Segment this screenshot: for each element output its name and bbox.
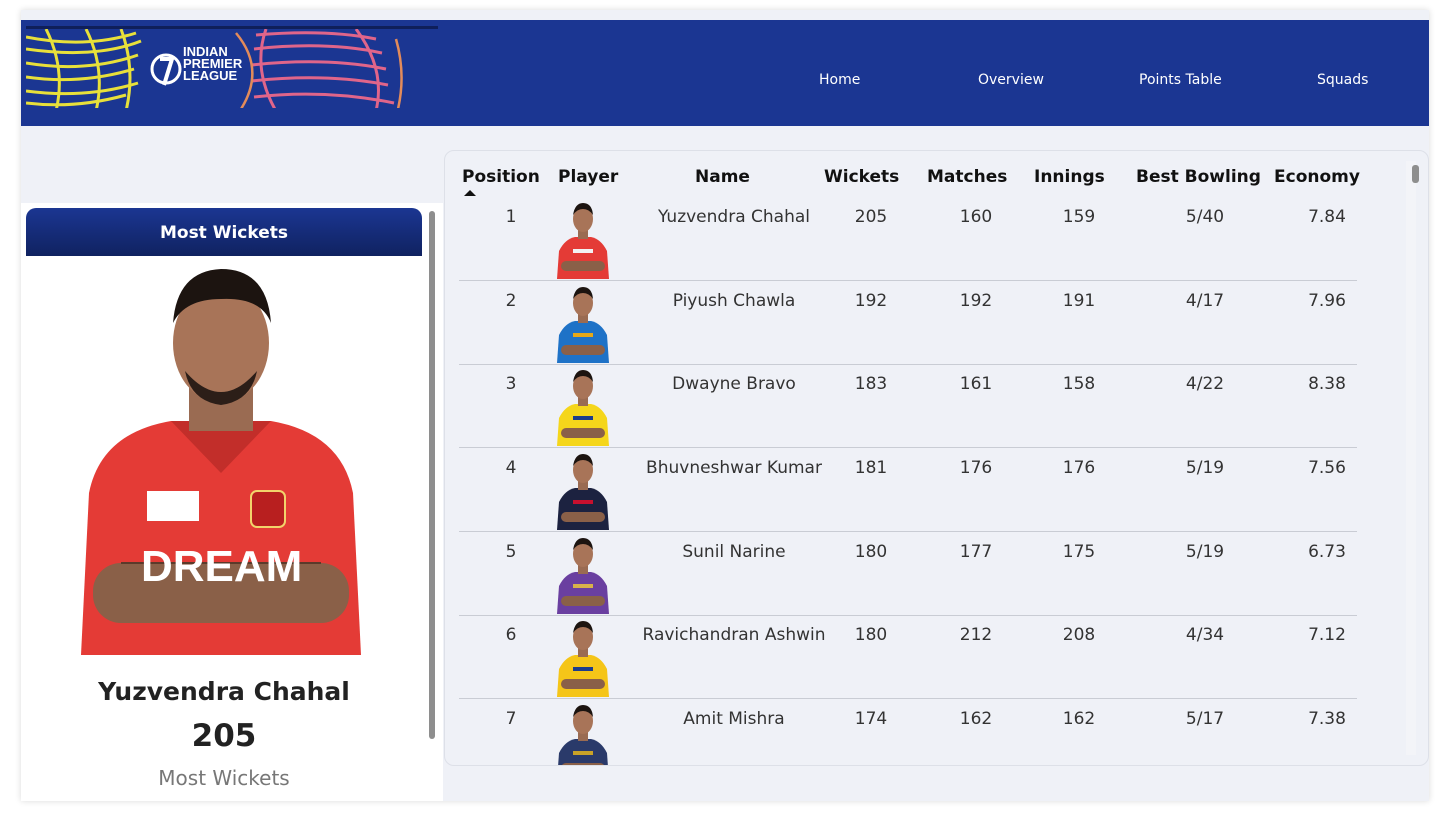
nav-home[interactable]: Home — [819, 72, 860, 88]
nav-squads[interactable]: Squads — [1317, 72, 1368, 88]
cell-economy: 6.73 — [1308, 542, 1346, 562]
logo-line-3: LEAGUE — [183, 68, 238, 83]
col-position[interactable]: Position — [462, 167, 540, 187]
cell-economy: 7.12 — [1308, 625, 1346, 645]
player-photo — [557, 621, 609, 697]
col-economy[interactable]: Economy — [1274, 167, 1360, 187]
featured-player-photo: DREAM — [81, 269, 361, 655]
player-photo — [557, 203, 609, 279]
cell-economy: 8.38 — [1308, 374, 1346, 394]
cell-economy: 7.96 — [1308, 291, 1346, 311]
col-innings[interactable]: Innings — [1034, 167, 1105, 187]
left-scrollbar[interactable] — [429, 211, 435, 739]
featured-player-card: Most Wickets DREAM Yuzvendra Chahal 205 … — [21, 203, 443, 801]
logo-wordmark: INDIAN PREMIER LEAGUE — [183, 45, 242, 83]
wickets-table: Position Player Name Wickets Matches Inn… — [444, 150, 1429, 766]
player-photo — [558, 705, 608, 765]
table-row[interactable]: 7 Amit Mishra 174 162 162 5/17 7.38 — [459, 699, 1357, 765]
table-row[interactable]: 2 Piyush Chawla 192 192 191 4/17 7.96 — [459, 281, 1357, 365]
player-photo — [557, 287, 609, 363]
player-photo — [557, 454, 609, 530]
top-strip — [21, 10, 1429, 20]
table-row[interactable]: 6 Ravichandran Ashwin 180 212 208 4/34 7.12 — [459, 615, 1357, 699]
cell-economy: 7.56 — [1308, 458, 1346, 478]
app-frame: INDIAN PREMIER LEAGUE Home Overview Poin… — [21, 10, 1429, 801]
featured-player-name: Yuzvendra Chahal — [98, 677, 350, 706]
featured-stat-value: 205 — [191, 718, 257, 754]
ipl-logo-banner[interactable]: INDIAN PREMIER LEAGUE — [26, 26, 438, 108]
svg-text:DREAM: DREAM — [141, 542, 302, 591]
col-best-bowling[interactable]: Best Bowling — [1136, 167, 1261, 187]
player-photo — [557, 370, 609, 446]
table-row[interactable]: 4 Bhuvneshwar Kumar 181 176 176 5/19 7.56 — [459, 448, 1357, 532]
table-row[interactable]: 3 Dwayne Bravo 183 161 158 4/22 8.38 — [459, 364, 1357, 448]
table-row[interactable]: 5 Sunil Narine 180 177 175 5/19 6.73 — [459, 532, 1357, 616]
col-player[interactable]: Player — [558, 167, 618, 187]
nav-overview[interactable]: Overview — [978, 72, 1044, 88]
col-wickets[interactable]: Wickets — [824, 167, 899, 187]
table-row[interactable]: 1 Yuzvendra Chahal 205 160 159 5/40 7.84 — [459, 197, 1357, 281]
table-scrollbar-thumb[interactable] — [1412, 165, 1419, 183]
col-name[interactable]: Name — [695, 167, 750, 187]
navbar: INDIAN PREMIER LEAGUE Home Overview Poin… — [21, 20, 1429, 126]
nav-points-table[interactable]: Points Table — [1139, 72, 1222, 88]
cell-economy: 7.38 — [1308, 709, 1346, 729]
featured-stat-label: Most Wickets — [158, 766, 290, 790]
col-matches[interactable]: Matches — [927, 167, 1007, 187]
player-photo — [557, 538, 609, 614]
cell-economy: 7.84 — [1308, 207, 1346, 227]
table-scrollbar-track[interactable] — [1406, 161, 1416, 755]
sort-asc-icon[interactable] — [464, 190, 476, 196]
card-header: Most Wickets — [26, 208, 422, 256]
